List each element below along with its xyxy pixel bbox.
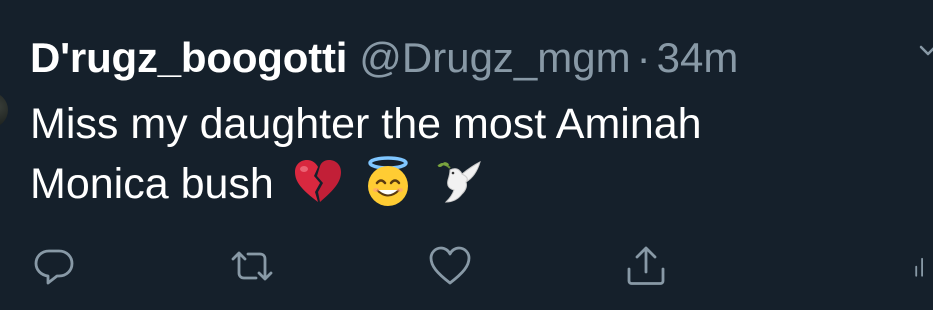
reply-button[interactable] <box>26 236 82 296</box>
avatar[interactable] <box>0 92 8 128</box>
analytics-icon <box>915 257 923 277</box>
dove-icon <box>432 156 484 208</box>
timestamp[interactable]: 34m <box>657 34 739 82</box>
separator-dot: · <box>636 34 651 81</box>
tweet-card[interactable]: D'rugz_boogotti @Drugz_mgm · 34m Miss my… <box>0 0 933 310</box>
heart-icon <box>429 246 471 285</box>
tweet-header: D'rugz_boogotti @Drugz_mgm · 34m <box>30 30 738 86</box>
reply-icon <box>34 249 74 285</box>
share-icon <box>627 246 665 285</box>
user-handle[interactable]: @Drugz_mgm <box>359 34 630 82</box>
tweet-text-line-2: Monica bush <box>30 154 910 214</box>
smiling-face-with-halo-icon <box>362 156 414 208</box>
retweet-icon <box>231 251 273 281</box>
tweet-text-line-1: Miss my daughter the most Aminah <box>30 100 702 148</box>
tweet-actions <box>0 236 933 296</box>
like-button[interactable] <box>422 236 478 296</box>
tweet-text-line-2-words: Monica bush <box>30 160 274 208</box>
broken-heart-icon <box>292 156 344 208</box>
tweet-text: Miss my daughter the most Aminah Monica … <box>30 94 910 214</box>
analytics-button[interactable] <box>906 236 933 296</box>
share-button[interactable] <box>618 236 674 296</box>
retweet-button[interactable] <box>224 236 280 296</box>
chevron-down-icon[interactable] <box>919 42 933 60</box>
display-name[interactable]: D'rugz_boogotti <box>30 34 347 82</box>
